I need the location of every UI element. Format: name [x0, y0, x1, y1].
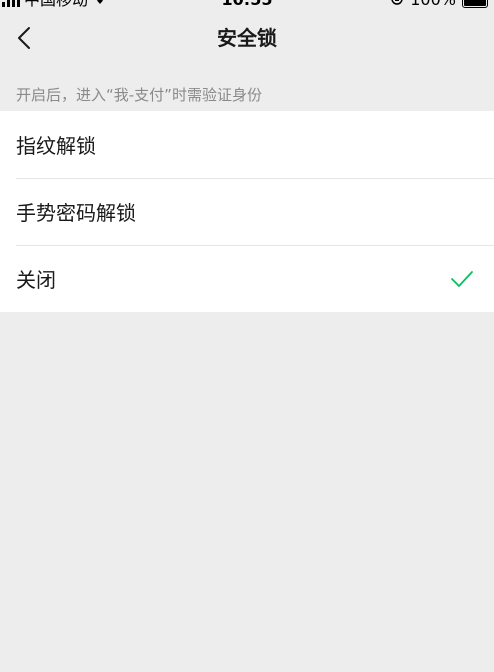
page-title: 安全锁: [217, 26, 277, 50]
option-label: 手势密码解锁: [16, 201, 136, 225]
screen: 中国移动 10:55 100% 安全锁 开启后，进入“我-支付”时需验证身份: [0, 0, 494, 672]
back-button[interactable]: [8, 20, 40, 56]
section-hint: 开启后，进入“我-支付”时需验证身份: [16, 86, 262, 104]
option-gesture-password-unlock[interactable]: 手势密码解锁: [0, 178, 494, 245]
battery-icon: [462, 0, 488, 8]
option-label: 关闭: [16, 268, 56, 292]
option-fingerprint-unlock[interactable]: 指纹解锁: [0, 111, 494, 178]
orientation-lock-icon: [390, 0, 404, 10]
checkmark-icon: [451, 270, 473, 287]
option-off[interactable]: 关闭: [0, 245, 494, 312]
chevron-left-icon: [18, 27, 30, 49]
option-label: 指纹解锁: [16, 134, 96, 158]
options-list: 指纹解锁 手势密码解锁 关闭: [0, 111, 494, 312]
navigation-bar: 安全锁: [0, 10, 494, 66]
battery-percent: 100%: [410, 0, 456, 10]
status-bar: 中国移动 10:55 100%: [0, 0, 494, 10]
